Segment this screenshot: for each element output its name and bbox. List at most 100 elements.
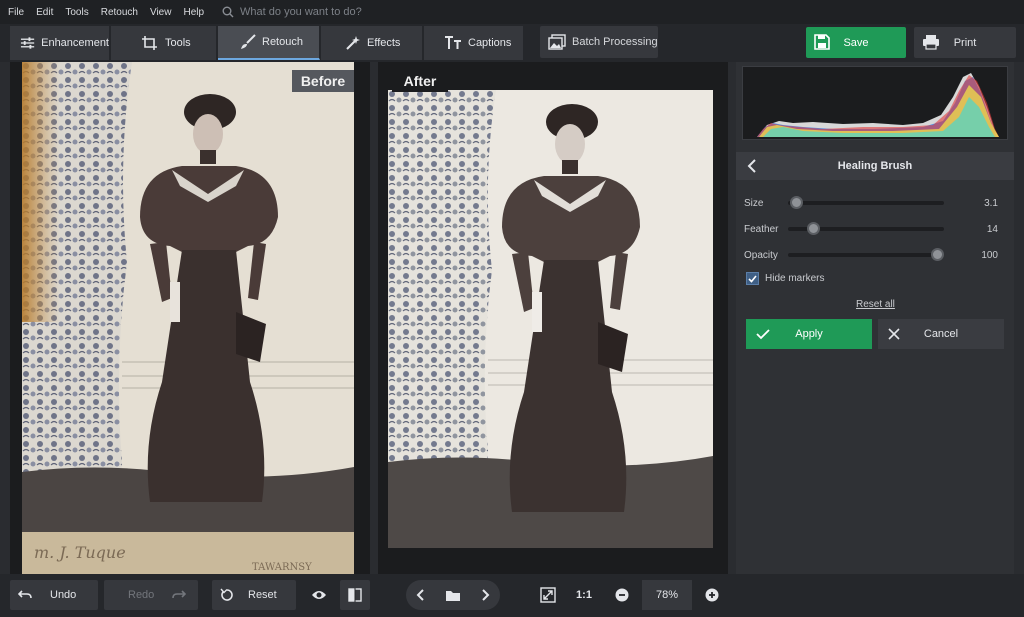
- image-navigation: [406, 580, 500, 610]
- svg-text:TAWARNSY: TAWARNSY: [252, 562, 312, 573]
- after-label: After: [392, 70, 448, 92]
- images-icon: [548, 34, 566, 50]
- feather-slider-knob[interactable]: [807, 222, 820, 235]
- size-slider-row: Size 3.1: [744, 194, 1006, 212]
- back-arrow-icon[interactable]: [746, 158, 758, 174]
- undo-button[interactable]: Undo: [10, 580, 98, 610]
- tab-effects[interactable]: Effects: [321, 26, 423, 60]
- menu-tools[interactable]: Tools: [65, 7, 88, 18]
- before-photo[interactable]: m. J. Tuque TAWARNSY: [22, 62, 354, 574]
- reset-label: Reset: [248, 589, 277, 601]
- opacity-slider-knob[interactable]: [931, 248, 944, 261]
- feather-value: 14: [986, 223, 998, 235]
- panel-title: Healing Brush: [837, 160, 913, 172]
- opacity-slider[interactable]: [788, 248, 944, 261]
- print-button[interactable]: Print: [914, 27, 1016, 58]
- cancel-button[interactable]: Cancel: [878, 319, 1004, 349]
- tab-retouch[interactable]: Retouch: [218, 26, 320, 60]
- batch-processing-button[interactable]: Batch Processing: [540, 26, 658, 58]
- wand-icon: [346, 36, 360, 50]
- command-search[interactable]: What do you want to do?: [222, 6, 362, 18]
- after-photo-image: [388, 90, 713, 548]
- close-icon: [888, 328, 900, 340]
- feather-label: Feather: [744, 223, 779, 235]
- split-view-icon: [348, 588, 362, 602]
- reset-all-link[interactable]: Reset all: [856, 299, 895, 310]
- actual-size-label: 1:1: [576, 589, 592, 601]
- undo-label: Undo: [50, 589, 77, 601]
- minus-circle-icon: [615, 588, 629, 602]
- tab-captions[interactable]: Captions: [424, 26, 524, 60]
- zoom-out-button[interactable]: [608, 580, 636, 610]
- size-label: Size: [744, 197, 764, 209]
- tab-captions-label: Captions: [468, 37, 512, 49]
- crop-icon: [142, 36, 157, 50]
- tab-enhancement[interactable]: Enhancement: [10, 26, 110, 60]
- save-button[interactable]: Save: [806, 27, 906, 58]
- menu-file[interactable]: File: [8, 7, 24, 18]
- folder-icon[interactable]: [445, 589, 461, 602]
- actual-size-button[interactable]: 1:1: [568, 580, 600, 610]
- healing-brush-header: Healing Brush: [736, 152, 1014, 180]
- before-photo-image: m. J. Tuque TAWARNSY: [22, 62, 354, 574]
- printer-icon: [923, 35, 939, 50]
- batch-processing-label: Batch Processing: [572, 36, 658, 48]
- menu-view[interactable]: View: [150, 7, 172, 18]
- chevron-left-icon[interactable]: [416, 588, 426, 602]
- sliders-icon: [20, 37, 35, 49]
- redo-button[interactable]: Redo: [104, 580, 198, 610]
- after-photo[interactable]: [388, 90, 713, 548]
- chevron-right-icon[interactable]: [480, 588, 490, 602]
- zoom-in-button[interactable]: [698, 580, 726, 610]
- opacity-value: 100: [981, 249, 998, 261]
- zoom-level[interactable]: 78%: [642, 580, 692, 610]
- menu-retouch[interactable]: Retouch: [101, 7, 138, 18]
- search-icon: [222, 6, 234, 18]
- brush-icon: [241, 34, 256, 49]
- feather-slider-row: Feather 14: [744, 220, 1006, 238]
- preview-toggle[interactable]: [304, 580, 334, 610]
- search-placeholder: What do you want to do?: [240, 6, 362, 18]
- apply-label: Apply: [795, 328, 823, 340]
- reset-icon: [220, 588, 233, 601]
- hide-markers-checkbox[interactable]: Hide markers: [746, 272, 824, 285]
- hide-markers-label: Hide markers: [765, 273, 825, 284]
- split-divider[interactable]: [370, 62, 378, 574]
- tab-tools-label: Tools: [165, 37, 191, 49]
- feather-slider[interactable]: [788, 222, 944, 235]
- eye-icon: [312, 591, 326, 599]
- tab-enhancement-label: Enhancement: [41, 37, 109, 49]
- size-slider-knob[interactable]: [790, 196, 803, 209]
- bottom-bar: Undo Redo Reset 1:1 78%: [0, 574, 1024, 617]
- menu-edit[interactable]: Edit: [36, 7, 53, 18]
- histogram-graph: [757, 73, 999, 137]
- image-canvas[interactable]: m. J. Tuque TAWARNSY Before After: [10, 62, 728, 574]
- svg-text:m. J. Tuque: m. J. Tuque: [34, 543, 126, 562]
- menu-bar: File Edit Tools Retouch View Help What d…: [0, 0, 1024, 24]
- size-slider[interactable]: [788, 196, 944, 209]
- plus-circle-icon: [705, 588, 719, 602]
- redo-label: Redo: [128, 589, 155, 601]
- size-value: 3.1: [984, 197, 998, 209]
- opacity-slider-row: Opacity 100: [744, 246, 1006, 264]
- reset-button[interactable]: Reset: [212, 580, 296, 610]
- tab-tools[interactable]: Tools: [111, 26, 217, 60]
- main-toolbar: Enhancement Tools Retouch Effects Captio…: [0, 24, 1024, 62]
- expand-icon: [540, 587, 556, 603]
- checkmark-icon: [748, 274, 757, 283]
- right-panel: Healing Brush Size 3.1 Feather 14 Opacit…: [736, 62, 1014, 610]
- check-icon: [756, 329, 770, 340]
- histogram: [742, 66, 1008, 140]
- checkbox-box[interactable]: [746, 272, 759, 285]
- before-label: Before: [292, 70, 354, 92]
- save-label: Save: [843, 36, 869, 49]
- floppy-disk-icon: [814, 34, 830, 50]
- print-label: Print: [953, 36, 977, 49]
- menu-help[interactable]: Help: [183, 7, 204, 18]
- text-icon: [445, 36, 461, 49]
- opacity-label: Opacity: [744, 249, 778, 261]
- apply-button[interactable]: Apply: [746, 319, 872, 349]
- compare-view-toggle[interactable]: [340, 580, 370, 610]
- cancel-label: Cancel: [923, 328, 959, 340]
- fit-to-screen-button[interactable]: [534, 580, 562, 610]
